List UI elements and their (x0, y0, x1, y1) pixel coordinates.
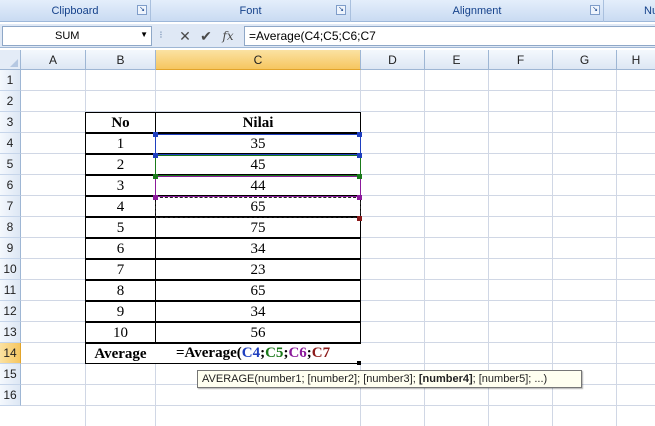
name-box-value: SUM (55, 30, 80, 42)
table-header-nilai[interactable]: Nilai (155, 112, 361, 133)
ref-c5: C5 (265, 345, 284, 361)
row-header[interactable]: 12 (0, 301, 21, 322)
column-header-a[interactable]: A (21, 50, 86, 70)
ref-c6: C6 (288, 345, 307, 361)
row-header[interactable]: 10 (0, 259, 21, 280)
row-header[interactable]: 5 (0, 154, 21, 175)
insert-function-icon[interactable]: fx (219, 27, 237, 45)
range-handle[interactable] (357, 153, 362, 158)
ref-c7: C7 (311, 345, 331, 361)
ribbon-group-bar: Clipboard ↘ Font ↘ Alignment ↘ Nu (0, 0, 655, 22)
row-header[interactable]: 3 (0, 112, 21, 133)
column-header-b[interactable]: B (86, 50, 156, 70)
ribbon-group-font: Font (151, 0, 351, 22)
ribbon-group-number: Nu (604, 0, 655, 22)
range-handle[interactable] (153, 174, 158, 179)
table-cell-no[interactable]: 7 (85, 259, 156, 280)
row-header[interactable]: 4 (0, 133, 21, 154)
table-cell-nilai[interactable]: 34 (155, 301, 361, 322)
range-handle[interactable] (153, 153, 158, 158)
tooltip-current-arg: [number4] (418, 373, 473, 385)
ribbon-group-alignment: Alignment (351, 0, 604, 22)
range-handle[interactable] (357, 132, 362, 137)
range-highlight-c5 (155, 155, 361, 176)
name-box[interactable]: SUM ▼ (2, 26, 152, 46)
range-handle[interactable] (153, 132, 158, 137)
clipboard-launcher-icon[interactable]: ↘ (137, 5, 147, 15)
close-icon[interactable]: ✕ (176, 27, 194, 45)
ribbon-group-label: Clipboard (51, 5, 99, 17)
range-handle[interactable] (357, 174, 362, 179)
function-tooltip[interactable]: AVERAGE(number1; [number2]; [number3]; [… (197, 370, 582, 388)
column-header-g[interactable]: G (553, 50, 617, 70)
table-cell-nilai[interactable]: 34 (155, 238, 361, 259)
row-header[interactable]: 14 (0, 343, 21, 364)
column-header-d[interactable]: D (361, 50, 425, 70)
row-header[interactable]: 13 (0, 322, 21, 343)
column-header-f[interactable]: F (489, 50, 553, 70)
table-cell-nilai[interactable]: 23 (155, 259, 361, 280)
gridline (21, 405, 655, 406)
row-header[interactable]: 2 (0, 91, 21, 112)
table-cell-no[interactable]: 9 (85, 301, 156, 322)
average-label[interactable]: Average (85, 343, 156, 364)
table-cell-no[interactable]: 1 (85, 133, 156, 154)
formula-prefix: =Average( (176, 345, 242, 361)
table-cell-nilai[interactable]: 65 (155, 280, 361, 301)
tooltip-args-before: AVERAGE(number1; [number2]; [number3]; (202, 373, 419, 385)
range-highlight-c6 (155, 176, 361, 197)
gridline (21, 90, 655, 91)
range-highlight-c7 (155, 197, 361, 218)
ref-c4: C4 (241, 345, 261, 361)
table-cell-no[interactable]: 5 (85, 217, 156, 238)
fill-handle[interactable] (357, 361, 361, 365)
active-cell-formula[interactable]: =Average(C4;C5;C6;C7 (156, 343, 361, 364)
column-header-h[interactable]: H (617, 50, 655, 70)
row-header[interactable]: 8 (0, 217, 21, 238)
gridline (616, 70, 617, 426)
range-handle[interactable] (357, 195, 362, 200)
row-header[interactable]: 9 (0, 238, 21, 259)
range-highlight-c4 (155, 134, 361, 155)
row-header[interactable]: 15 (0, 364, 21, 385)
column-header-c[interactable]: C (156, 50, 361, 70)
range-handle[interactable] (357, 216, 362, 221)
grip-icon[interactable]: ⁝ (156, 28, 166, 44)
ribbon-group-label: Alignment (452, 5, 502, 17)
select-all-button[interactable] (0, 50, 21, 70)
alignment-launcher-icon[interactable]: ↘ (590, 5, 600, 15)
ribbon-group-label: Nu (644, 5, 655, 17)
checkmark-icon[interactable]: ✔ (197, 27, 215, 45)
table-cell-no[interactable]: 6 (85, 238, 156, 259)
row-header[interactable]: 16 (0, 385, 21, 406)
formula-bar: SUM ▼ ⁝ ✕ ✔ fx =Average(C4;C5;C6;C7 (0, 24, 655, 48)
formula-input[interactable]: =Average(C4;C5;C6;C7 (244, 26, 655, 46)
row-header[interactable]: 6 (0, 175, 21, 196)
row-header[interactable]: 11 (0, 280, 21, 301)
row-header[interactable]: 1 (0, 70, 21, 91)
column-header-e[interactable]: E (425, 50, 489, 70)
font-launcher-icon[interactable]: ↘ (336, 5, 346, 15)
table-cell-no[interactable]: 3 (85, 175, 156, 196)
table-header-no[interactable]: No (85, 112, 156, 133)
ribbon-group-clipboard: Clipboard (0, 0, 151, 22)
table-cell-nilai[interactable]: 75 (155, 217, 361, 238)
table-cell-no[interactable]: 4 (85, 196, 156, 217)
table-cell-no[interactable]: 8 (85, 280, 156, 301)
range-handle[interactable] (153, 195, 158, 200)
ribbon-group-label: Font (239, 5, 262, 17)
tooltip-args-after: ; [number5]; ...) (472, 373, 548, 385)
row-header[interactable]: 7 (0, 196, 21, 217)
table-cell-no[interactable]: 10 (85, 322, 156, 343)
table-cell-no[interactable]: 2 (85, 154, 156, 175)
table-cell-nilai[interactable]: 56 (155, 322, 361, 343)
chevron-down-icon[interactable]: ▼ (140, 30, 148, 39)
